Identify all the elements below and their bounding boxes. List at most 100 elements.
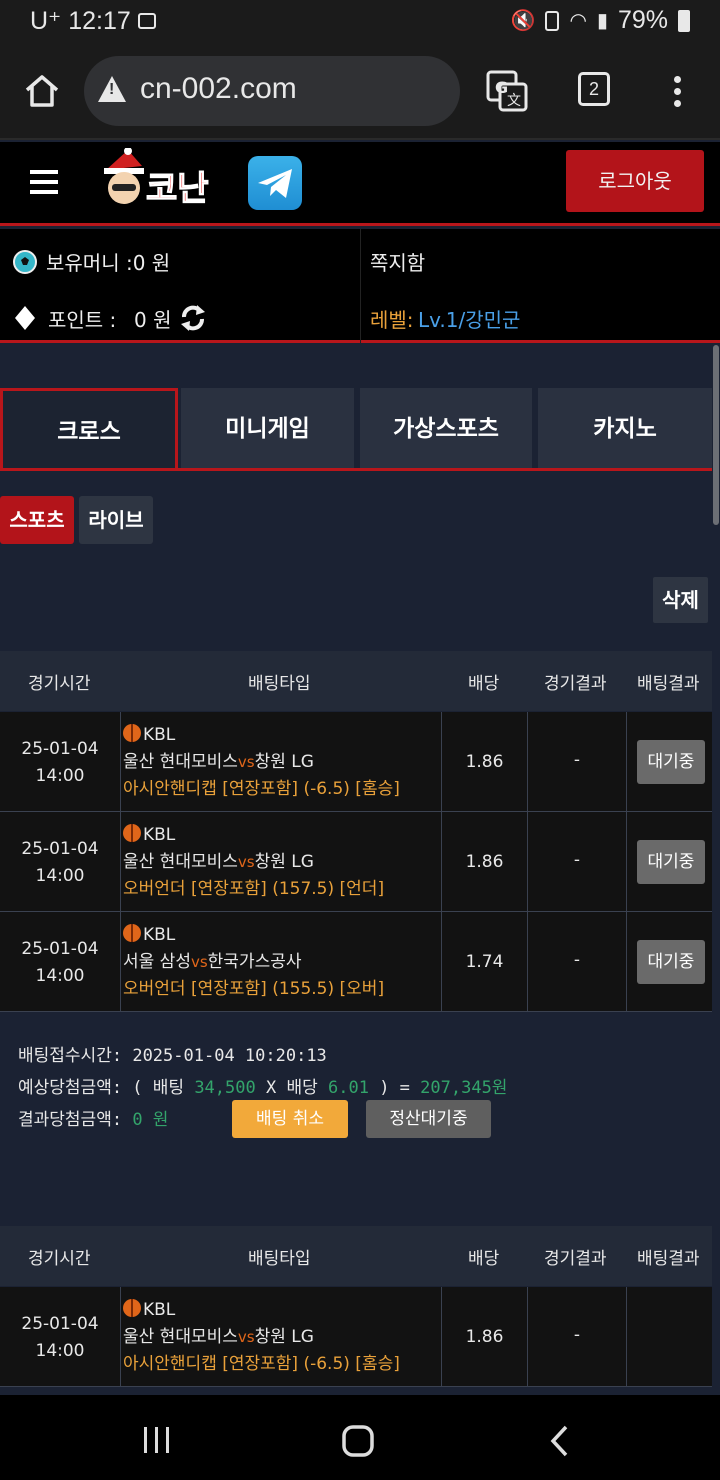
subtab-live[interactable]: 라이브 xyxy=(79,496,153,544)
pending-badge[interactable]: 대기중 xyxy=(637,840,705,884)
home-team: 울산 현대모비스 xyxy=(123,852,238,872)
battery-icon xyxy=(678,9,690,32)
header-odds: 배당 xyxy=(468,1249,500,1269)
url-text: cn-002.com xyxy=(140,72,297,105)
home-team: 서울 삼성 xyxy=(123,952,191,972)
times-label: X 배당 xyxy=(265,1078,318,1098)
league-name: KBL xyxy=(143,825,176,845)
received-label: 배팅접수시간: xyxy=(18,1046,123,1066)
result-value: 0 원 xyxy=(132,1110,169,1130)
date-cell: 25-01-04 14:00 xyxy=(0,712,121,812)
table-row: 25-01-04 14:00 KBL 서울 삼성vs한국가스공사 오버언더 [연… xyxy=(0,912,712,1012)
date-cell: 25-01-04 14:00 xyxy=(0,812,121,912)
vs-label: vs xyxy=(190,953,208,971)
bet-info-cell: KBL 울산 현대모비스vs창원 LG 오버언더 [연장포함] (157.5) … xyxy=(121,812,442,912)
received-time: 2025-01-04 10:20:13 xyxy=(132,1046,327,1066)
total-odds: 6.01 xyxy=(327,1078,369,1098)
header-bet-result: 배팅결과 xyxy=(637,1249,700,1269)
header-bet-type: 배팅타입 xyxy=(248,674,311,694)
result-label: 결과당첨금액: xyxy=(18,1110,123,1130)
soccer-ball-icon xyxy=(13,250,37,274)
tab-label: 가상스포츠 xyxy=(393,416,499,442)
odds-cell: 1.86 xyxy=(442,812,528,912)
back-icon[interactable] xyxy=(548,1425,570,1457)
tab-casino[interactable]: 카지노 xyxy=(538,388,712,470)
bet-info-cell: KBL 울산 현대모비스vs창원 LG 아시안핸디캡 [연장포함] (-6.5)… xyxy=(121,712,442,812)
overflow-menu-icon[interactable] xyxy=(674,76,682,107)
status-right: 🔇 ◠ ▮ 79% xyxy=(511,6,690,35)
recent-apps-icon[interactable] xyxy=(142,1427,172,1453)
tab-cross[interactable]: 크로스 xyxy=(0,388,178,470)
tab-virtual-sports[interactable]: 가상스포츠 xyxy=(360,388,532,470)
header-bet-result: 배팅결과 xyxy=(637,674,700,694)
basketball-icon xyxy=(123,1299,141,1317)
cancel-bet-button[interactable]: 배팅 취소 xyxy=(232,1100,348,1138)
header-bet-type: 배팅타입 xyxy=(248,1249,311,1269)
table-row: 25-01-04 14:00 KBL 울산 현대모비스vs창원 LG 아시안핸디… xyxy=(0,1287,712,1387)
basketball-icon xyxy=(123,724,141,742)
settlement-pending-button[interactable]: 정산대기중 xyxy=(366,1100,491,1138)
diamond-icon xyxy=(15,306,35,330)
bet-type: 아시안핸디캡 [연장포함] (-6.5) [홈승] xyxy=(123,1354,400,1374)
table-row: 25-01-04 14:00 KBL 울산 현대모비스vs창원 LG 오버언더 … xyxy=(0,812,712,912)
game-result-cell: - xyxy=(528,912,627,1012)
equals-label: ) = xyxy=(379,1078,410,1098)
game-result-cell: - xyxy=(528,712,627,812)
telegram-icon[interactable] xyxy=(248,156,302,210)
header-time: 경기시간 xyxy=(28,1249,91,1269)
pending-badge[interactable]: 대기중 xyxy=(637,740,705,784)
translate-icon[interactable]: G 文 xyxy=(486,70,528,112)
bet-amount: 34,500 xyxy=(194,1078,256,1098)
match-date: 25-01-04 xyxy=(21,839,99,859)
not-secure-icon[interactable] xyxy=(98,76,126,102)
home-team: 울산 현대모비스 xyxy=(123,1327,238,1347)
header-game-result: 경기결과 xyxy=(544,674,607,694)
site-logo[interactable]: 코난 xyxy=(98,147,226,212)
basketball-icon xyxy=(123,924,141,942)
home-team: 울산 현대모비스 xyxy=(123,752,238,772)
delete-button[interactable]: 삭제 xyxy=(653,577,708,623)
menu-icon[interactable] xyxy=(30,170,58,200)
svg-text:文: 文 xyxy=(507,93,521,109)
logo-graphic: 코난 xyxy=(104,147,209,210)
tab-minigame[interactable]: 미니게임 xyxy=(181,388,354,470)
home-icon[interactable] xyxy=(24,74,60,108)
match-time: 14:00 xyxy=(35,766,85,786)
league-name: KBL xyxy=(143,1300,176,1320)
tab-switcher-button[interactable]: 2 xyxy=(578,72,610,106)
gallery-icon xyxy=(137,13,156,29)
address-bar[interactable]: cn-002.com xyxy=(84,56,460,126)
away-team: 한국가스공사 xyxy=(207,952,302,972)
level-label: 레벨: xyxy=(370,308,414,332)
match-time: 14:00 xyxy=(35,966,85,986)
home-nav-icon[interactable] xyxy=(342,1425,374,1457)
table-row: 25-01-04 14:00 KBL 울산 현대모비스vs창원 LG 아시안핸디… xyxy=(0,712,712,812)
match-time: 14:00 xyxy=(35,866,85,886)
tab-count: 2 xyxy=(588,79,599,99)
page-scrollbar[interactable] xyxy=(713,345,719,525)
game-result-cell: - xyxy=(528,812,627,912)
date-cell: 25-01-04 14:00 xyxy=(0,912,121,1012)
points-label: 포인트 : xyxy=(48,308,117,332)
logout-button[interactable]: 로그아웃 xyxy=(566,150,704,212)
table-header: 경기시간 배팅타입 배당 경기결과 배팅결과 xyxy=(0,1226,712,1286)
game-result-cell: - xyxy=(528,1287,627,1387)
bet-info-cell: KBL 울산 현대모비스vs창원 LG 아시안핸디캡 [연장포함] (-6.5)… xyxy=(121,1287,442,1387)
expected-win: 207,345원 xyxy=(420,1078,508,1098)
header-game-result: 경기결과 xyxy=(544,1249,607,1269)
away-team: 창원 LG xyxy=(254,752,314,772)
bet-type: 오버언더 [연장포함] (157.5) [언더] xyxy=(123,879,385,899)
tab-label: 미니게임 xyxy=(225,416,310,442)
vs-label: vs xyxy=(237,853,255,871)
account-divider xyxy=(360,229,361,343)
inbox-link[interactable]: 쪽지함 xyxy=(370,247,425,276)
account-panel: 보유머니 :0 원 쪽지함 포인트 : 0 원 레벨: Lv.1/강민군 xyxy=(0,229,720,343)
odds-cell: 1.74 xyxy=(442,912,528,1012)
subtab-sports[interactable]: 스포츠 xyxy=(0,496,74,544)
pending-badge[interactable]: 대기중 xyxy=(637,940,705,984)
browser-toolbar: cn-002.com G 文 2 xyxy=(0,42,720,140)
bet-result-cell xyxy=(627,1287,712,1387)
refresh-icon[interactable] xyxy=(178,303,208,333)
league-name: KBL xyxy=(143,925,176,945)
bet-result-cell: 대기중 xyxy=(627,712,712,812)
